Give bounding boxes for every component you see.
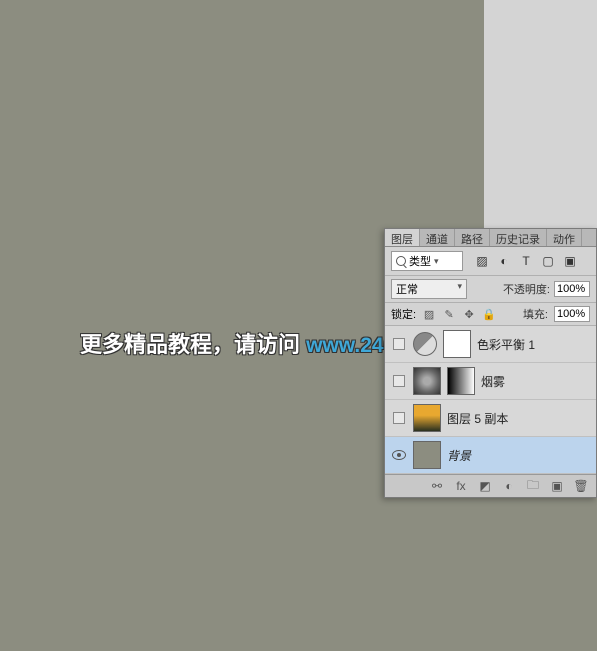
filter-label: 类型: [409, 253, 431, 269]
visibility-off-icon: [393, 412, 405, 424]
layer-name: 烟雾: [481, 373, 505, 390]
app-background: [484, 0, 597, 228]
visibility-off-icon: [393, 338, 405, 350]
visibility-off-icon: [393, 375, 405, 387]
watermark-label: 更多精品教程，请访问: [80, 332, 300, 357]
layer-thumb[interactable]: [413, 441, 441, 469]
link-layers-icon[interactable]: ⚯: [430, 479, 444, 493]
adjustment-layer-icon[interactable]: ◐: [502, 479, 516, 493]
group-icon[interactable]: 🗀: [526, 479, 540, 493]
lock-all-icon[interactable]: 🔒: [482, 307, 496, 321]
panel-footer: ⚯ fx ◩ ◐ 🗀 ▣ 🗑: [385, 474, 596, 497]
chevron-down-icon: ▾: [457, 281, 462, 297]
lock-position-icon[interactable]: ✥: [462, 307, 476, 321]
tab-layers[interactable]: 图层: [385, 229, 420, 246]
layer-item-color-balance[interactable]: 色彩平衡 1: [385, 326, 596, 363]
filter-type-dropdown[interactable]: 类型 ▾: [391, 251, 463, 271]
new-layer-icon[interactable]: ▣: [550, 479, 564, 493]
filter-pixel-icon[interactable]: ▨: [475, 254, 489, 268]
filter-adjust-icon[interactable]: ◐: [497, 254, 511, 268]
lock-row: 锁定: ▨ ✎ ✥ 🔒 填充: 100%: [385, 303, 596, 326]
filter-text-icon[interactable]: T: [519, 254, 533, 268]
layer-mask-thumb[interactable]: [443, 330, 471, 358]
filter-row: 类型 ▾ ▨ ◐ T ▢ ▣: [385, 247, 596, 276]
visibility-toggle[interactable]: [391, 412, 407, 424]
visibility-toggle[interactable]: [391, 375, 407, 387]
fill-input[interactable]: 100%: [554, 306, 590, 322]
fill-label: 填充:: [523, 306, 548, 322]
layer-name: 背景: [447, 447, 471, 464]
chevron-down-icon: ▾: [434, 256, 439, 267]
eye-icon: [392, 450, 406, 460]
lock-label: 锁定:: [391, 306, 416, 322]
visibility-toggle[interactable]: [391, 450, 407, 460]
panel-tabs: 图层 通道 路径 历史记录 动作: [385, 229, 596, 247]
adjustment-icon: [413, 332, 437, 356]
visibility-toggle[interactable]: [391, 338, 407, 350]
layer-item-smoke[interactable]: 烟雾: [385, 363, 596, 400]
search-icon: [396, 256, 406, 266]
layer-mask-icon[interactable]: ◩: [478, 479, 492, 493]
filter-shape-icon[interactable]: ▢: [541, 254, 555, 268]
tab-history[interactable]: 历史记录: [490, 229, 547, 246]
layer-name: 色彩平衡 1: [477, 336, 535, 353]
layer-style-icon[interactable]: fx: [454, 479, 468, 493]
blend-row: 正常 ▾ 不透明度: 100%: [385, 276, 596, 303]
layer-item-layer5copy[interactable]: 图层 5 副本: [385, 400, 596, 437]
layer-list: 色彩平衡 1 烟雾 图层 5 副本 背景: [385, 326, 596, 474]
lock-pixels-icon[interactable]: ✎: [442, 307, 456, 321]
layer-mask-thumb[interactable]: [447, 367, 475, 395]
filter-smart-icon[interactable]: ▣: [563, 254, 577, 268]
layers-panel: 图层 通道 路径 历史记录 动作 类型 ▾ ▨ ◐ T ▢ ▣ 正常 ▾ 不透明…: [384, 228, 597, 498]
layer-name: 图层 5 副本: [447, 410, 508, 427]
blend-mode-value: 正常: [396, 281, 418, 297]
filter-icons: ▨ ◐ T ▢ ▣: [475, 254, 577, 268]
lock-transparent-icon[interactable]: ▨: [422, 307, 436, 321]
tab-paths[interactable]: 路径: [455, 229, 490, 246]
delete-layer-icon[interactable]: 🗑: [574, 479, 588, 493]
layer-thumb[interactable]: [413, 367, 441, 395]
layer-item-background[interactable]: 背景: [385, 437, 596, 474]
tab-channels[interactable]: 通道: [420, 229, 455, 246]
opacity-label: 不透明度:: [503, 281, 550, 297]
lock-icons: ▨ ✎ ✥ 🔒: [422, 307, 496, 321]
tab-actions[interactable]: 动作: [547, 229, 582, 246]
layer-thumb[interactable]: [413, 404, 441, 432]
blend-mode-dropdown[interactable]: 正常 ▾: [391, 279, 467, 299]
opacity-input[interactable]: 100%: [554, 281, 590, 297]
